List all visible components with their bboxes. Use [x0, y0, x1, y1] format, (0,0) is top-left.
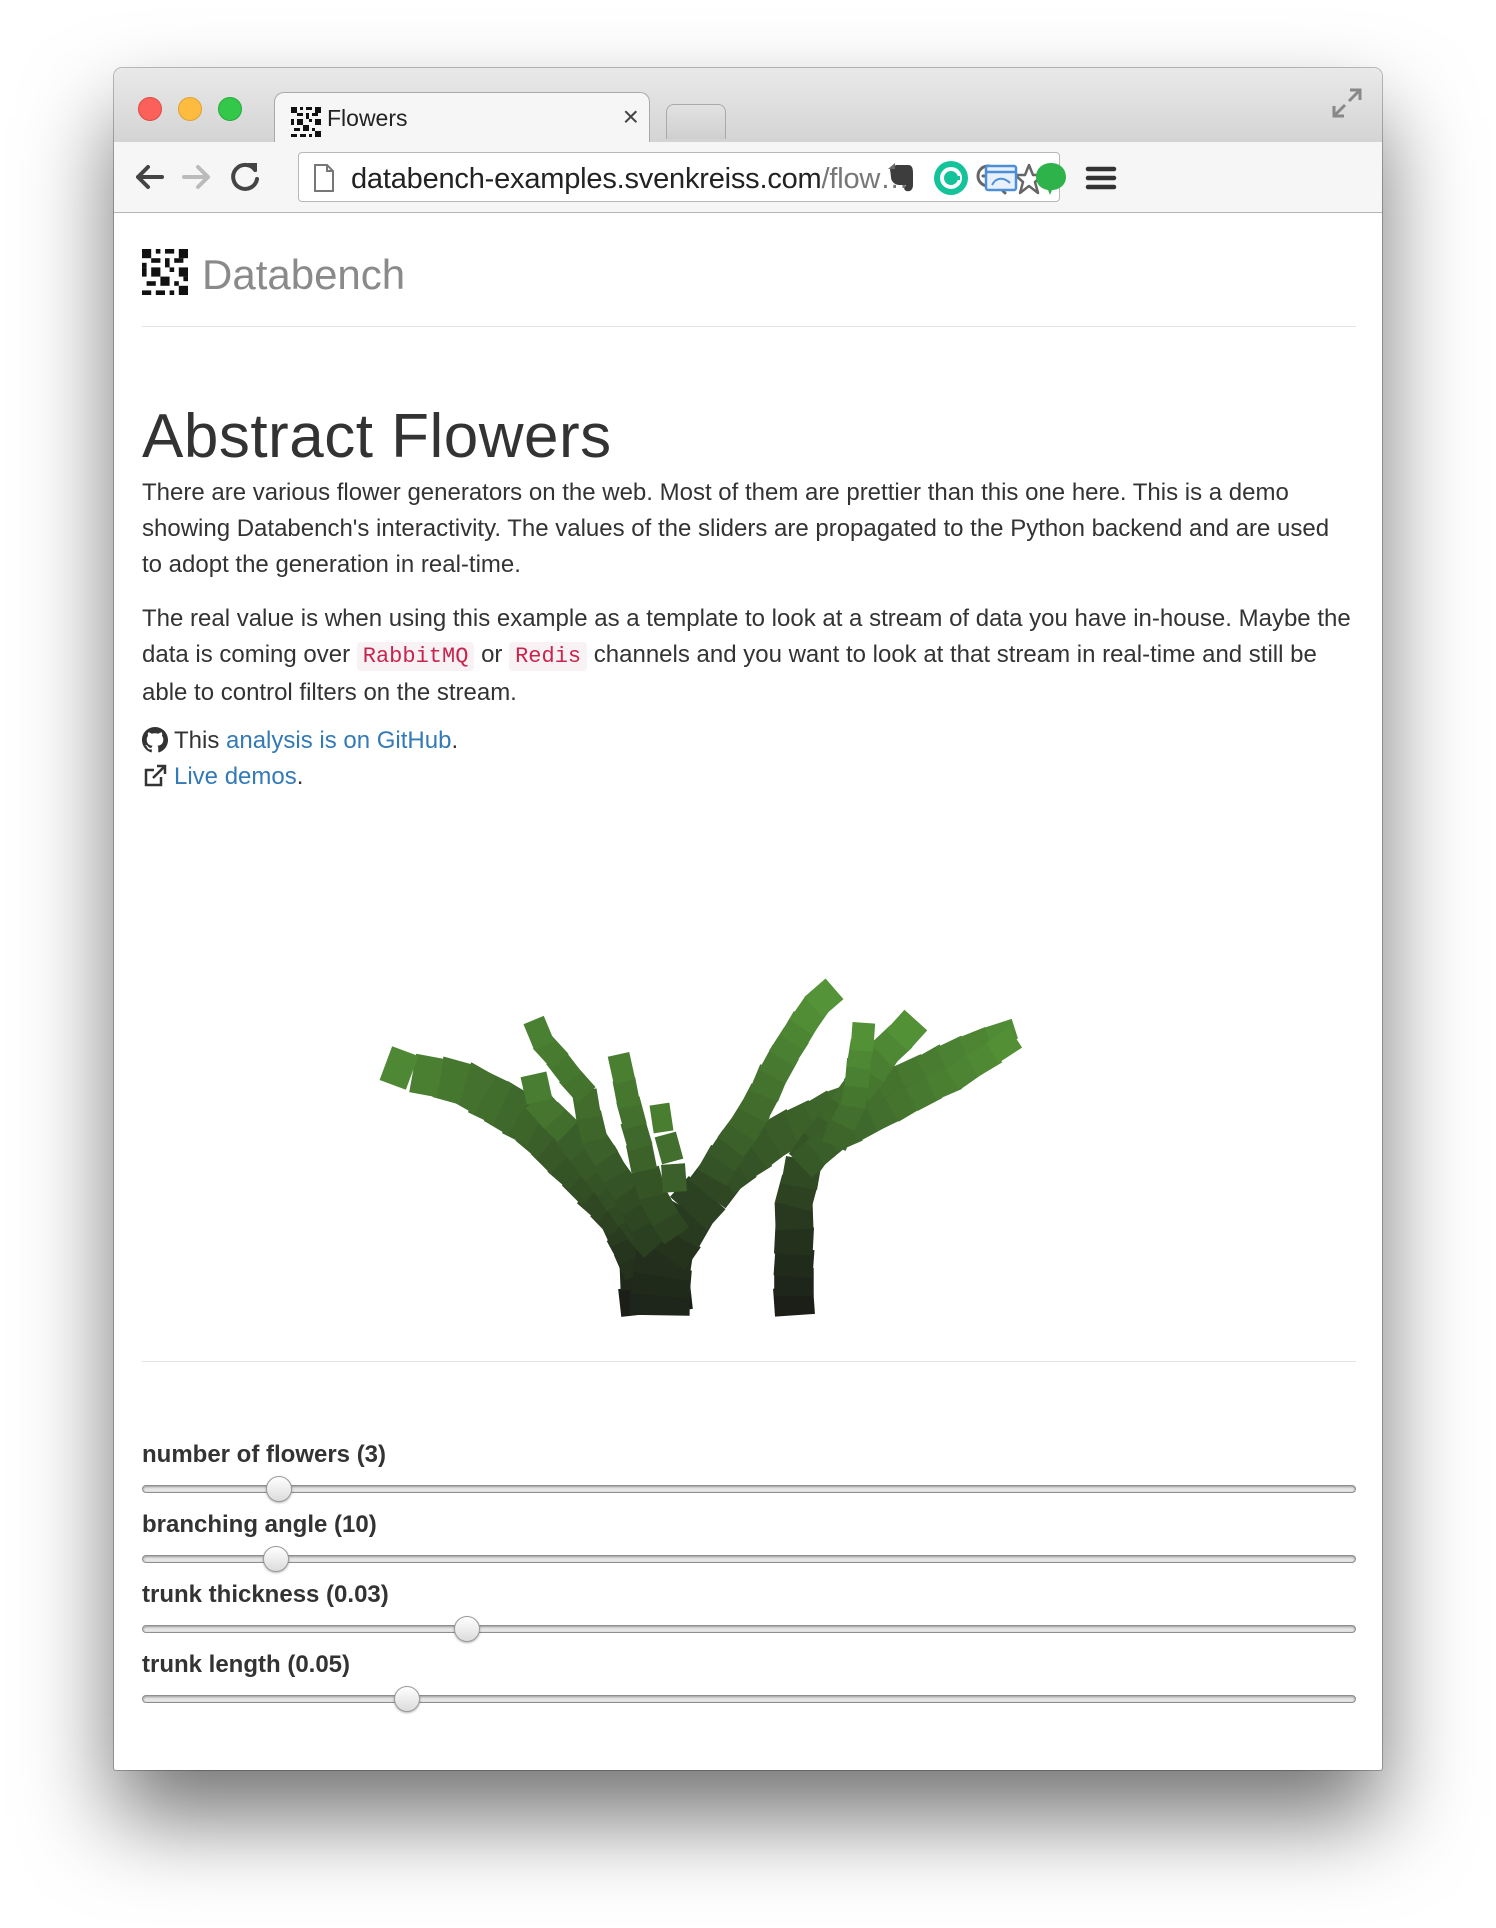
browser-toolbar: databench-examples.svenkreiss.com/flow… [114, 142, 1382, 213]
flower-segment [654, 1131, 684, 1165]
reload-icon[interactable] [226, 158, 264, 196]
evernote-extension-icon[interactable] [882, 159, 920, 197]
external-link-icon [144, 764, 167, 787]
browser-window: Flowers × databench-examples.svenkreiss.… [114, 68, 1382, 1770]
slider-thumb[interactable] [393, 1686, 420, 1712]
flower-segment [649, 1102, 674, 1134]
slider-thumb[interactable] [454, 1616, 481, 1642]
slider-track[interactable] [142, 1485, 1356, 1493]
slider-thumb[interactable] [262, 1546, 289, 1572]
page-title: Abstract Flowers [142, 402, 612, 471]
close-tab-icon[interactable]: × [623, 101, 639, 133]
databench-logo-icon [142, 249, 188, 295]
github-line: This analysis is on GitHub. [142, 723, 458, 759]
databench-favicon-icon [291, 107, 321, 137]
controls-divider [142, 1361, 1356, 1362]
slider-label: trunk thickness (0.03) [142, 1581, 389, 1608]
slider-track[interactable] [142, 1695, 1356, 1703]
flower-segment [661, 1163, 687, 1193]
flower-segment [607, 1051, 636, 1085]
brand-name: Databench [202, 251, 406, 298]
slider-label: number of flowers (3) [142, 1441, 387, 1468]
tab-flowers[interactable]: Flowers × [274, 92, 650, 143]
new-tab-button[interactable] [666, 104, 726, 139]
slider-label: trunk length (0.05) [142, 1651, 351, 1678]
minimize-window-button[interactable] [178, 97, 202, 121]
demos-line: Live demos. [142, 759, 458, 795]
flower-segment [773, 1225, 815, 1256]
maximize-window-button[interactable] [218, 97, 242, 121]
usage-paragraph: The real value is when using this exampl… [142, 605, 1351, 706]
forward-arrow-icon[interactable] [178, 158, 216, 196]
title-bar: Flowers × [114, 68, 1382, 143]
window-extension-icon[interactable] [982, 159, 1020, 197]
slider-thumb[interactable] [266, 1476, 293, 1502]
github-icon [142, 727, 168, 753]
grammarly-extension-icon[interactable] [932, 159, 970, 197]
slider-track[interactable] [142, 1625, 1356, 1633]
links-block: This analysis is on GitHub. Live demos. [142, 723, 458, 795]
slider-control: branching angle (10) [142, 1511, 1356, 1581]
slider-track[interactable] [142, 1555, 1356, 1563]
menu-hamburger-icon[interactable] [1082, 159, 1120, 197]
slider-control: number of flowers (3) [142, 1441, 1356, 1511]
tab-title: Flowers [327, 105, 408, 131]
header-divider [142, 326, 1356, 327]
page-icon [314, 164, 334, 192]
leaf-extension-icon[interactable] [1032, 159, 1070, 197]
intro-paragraph: There are various flower generators on t… [142, 479, 1330, 578]
rabbitmq-code: RabbitMQ [356, 642, 475, 671]
fullscreen-icon[interactable] [1330, 86, 1364, 120]
github-link[interactable]: analysis is on GitHub [226, 727, 451, 754]
slider-control: trunk thickness (0.03) [142, 1581, 1356, 1651]
back-arrow-icon[interactable] [130, 158, 168, 196]
url-text: databench-examples.svenkreiss.com/flow… [351, 163, 909, 195]
slider-label: branching angle (10) [142, 1511, 377, 1538]
slider-control: trunk length (0.05) [142, 1651, 1356, 1721]
close-window-button[interactable] [138, 97, 162, 121]
flowers-canvas [379, 978, 1023, 1317]
live-demos-link[interactable]: Live demos [174, 763, 297, 790]
redis-code: Redis [509, 642, 588, 671]
flower-segment [850, 1022, 876, 1052]
